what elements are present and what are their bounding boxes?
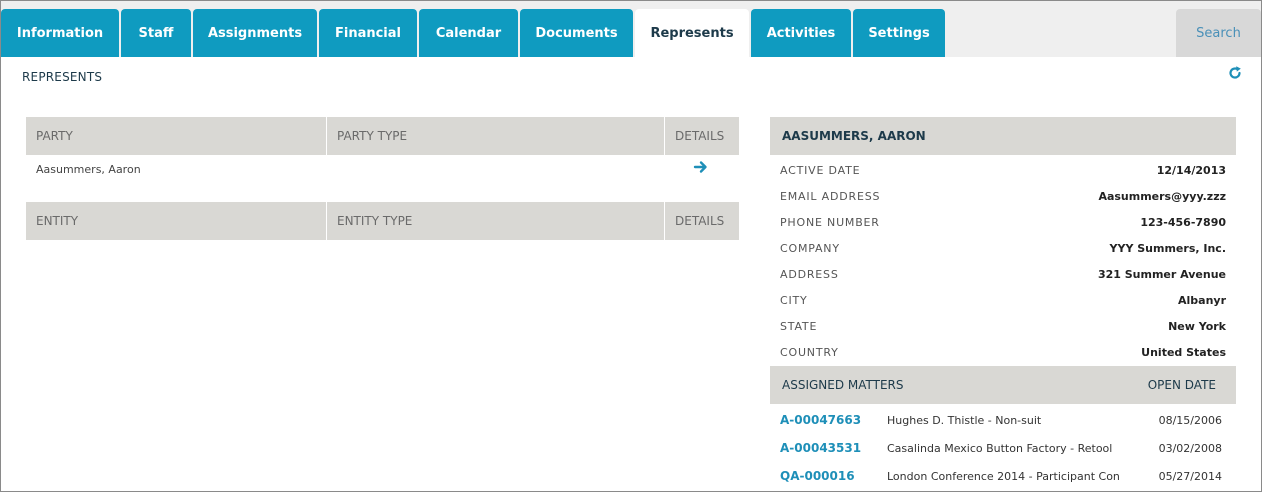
entity-table: ENTITY ENTITY TYPE DETAILS bbox=[26, 202, 739, 240]
field-label: PHONE NUMBER bbox=[780, 216, 880, 229]
tab-settings[interactable]: Settings bbox=[853, 9, 945, 57]
matter-description: London Conference 2014 - Participant Con bbox=[887, 470, 1120, 483]
detail-row-city: CITY Albanyr bbox=[770, 288, 1236, 314]
app-frame: Information Staff Assignments Financial … bbox=[0, 0, 1262, 492]
field-label: ADDRESS bbox=[780, 268, 839, 281]
assigned-matters-header: ASSIGNED MATTERS OPEN DATE bbox=[770, 366, 1236, 404]
matter-open-date: 03/02/2008 bbox=[1158, 442, 1222, 455]
field-value: 12/14/2013 bbox=[1156, 164, 1226, 177]
field-value: United States bbox=[1141, 346, 1226, 359]
tab-information[interactable]: Information bbox=[1, 9, 119, 57]
column-header-entity: ENTITY bbox=[36, 214, 79, 228]
detail-row-country: COUNTRY United States bbox=[770, 340, 1236, 366]
entity-table-header: ENTITY ENTITY TYPE DETAILS bbox=[26, 202, 739, 240]
matter-open-date: 05/27/2014 bbox=[1158, 470, 1222, 483]
refresh-icon[interactable] bbox=[1227, 65, 1243, 81]
field-value: New York bbox=[1168, 320, 1226, 333]
detail-row-phone: PHONE NUMBER 123-456-7890 bbox=[770, 210, 1236, 236]
column-header-party: PARTY bbox=[36, 129, 73, 143]
detail-row-address: ADDRESS 321 Summer Avenue bbox=[770, 262, 1236, 288]
matter-row: A-00043531 Casalinda Mexico Button Facto… bbox=[770, 434, 1236, 462]
field-label: COUNTRY bbox=[780, 346, 839, 359]
open-date-header: OPEN DATE bbox=[1147, 378, 1216, 392]
field-label: COMPANY bbox=[780, 242, 840, 255]
detail-row-active-date: ACTIVE DATE 12/14/2013 bbox=[770, 158, 1236, 184]
matter-link[interactable]: A-00043531 bbox=[780, 441, 861, 455]
field-value: Aasummers@yyy.zzz bbox=[1098, 190, 1226, 203]
tab-documents[interactable]: Documents bbox=[520, 9, 633, 57]
tab-assignments[interactable]: Assignments bbox=[193, 9, 317, 57]
detail-row-company: COMPANY YYY Summers, Inc. bbox=[770, 236, 1236, 262]
column-divider bbox=[326, 117, 327, 155]
tab-staff[interactable]: Staff bbox=[121, 9, 191, 57]
detail-row-email: EMAIL ADDRESS Aasummers@yyy.zzz bbox=[770, 184, 1236, 210]
column-header-details: DETAILS bbox=[675, 129, 725, 143]
field-label: EMAIL ADDRESS bbox=[780, 190, 881, 203]
party-name: Aasummers, Aaron bbox=[36, 163, 141, 176]
column-header-entity-type: ENTITY TYPE bbox=[337, 214, 413, 228]
matter-description: Casalinda Mexico Button Factory - Retool bbox=[887, 442, 1113, 455]
column-header-party-type: PARTY TYPE bbox=[337, 129, 408, 143]
page-title: REPRESENTS bbox=[22, 70, 103, 84]
field-label: STATE bbox=[780, 320, 818, 333]
matter-description: Hughes D. Thistle - Non-suit bbox=[887, 414, 1042, 427]
assigned-matters-title: ASSIGNED MATTERS bbox=[782, 378, 904, 392]
detail-row-state: STATE New York bbox=[770, 314, 1236, 340]
column-divider bbox=[326, 202, 327, 240]
table-row[interactable]: Aasummers, Aaron bbox=[26, 155, 739, 183]
party-table: PARTY PARTY TYPE DETAILS Aasummers, Aaro… bbox=[26, 117, 739, 183]
matter-link[interactable]: QA-000016 bbox=[780, 469, 855, 483]
column-divider bbox=[664, 202, 665, 240]
arrow-right-icon[interactable] bbox=[693, 159, 709, 175]
party-detail-panel: AASUMMERS, AARON ACTIVE DATE 12/14/2013 … bbox=[770, 117, 1236, 490]
field-label: CITY bbox=[780, 294, 808, 307]
field-value: Albanyr bbox=[1177, 294, 1226, 307]
field-label: ACTIVE DATE bbox=[780, 164, 861, 177]
matter-row: A-00047663 Hughes D. Thistle - Non-suit … bbox=[770, 406, 1236, 434]
tab-bar: Information Staff Assignments Financial … bbox=[1, 1, 1261, 57]
tab-activities[interactable]: Activities bbox=[751, 9, 851, 57]
detail-name-header: AASUMMERS, AARON bbox=[770, 117, 1236, 155]
matter-row: QA-000016 London Conference 2014 - Parti… bbox=[770, 462, 1236, 490]
party-table-header: PARTY PARTY TYPE DETAILS bbox=[26, 117, 739, 155]
field-value: 123-456-7890 bbox=[1140, 216, 1226, 229]
field-value: 321 Summer Avenue bbox=[1097, 268, 1226, 281]
matter-link[interactable]: A-00047663 bbox=[780, 413, 861, 427]
tab-financial[interactable]: Financial bbox=[319, 9, 417, 57]
column-divider bbox=[664, 117, 665, 155]
tab-calendar[interactable]: Calendar bbox=[419, 9, 518, 57]
search-tab[interactable]: Search bbox=[1176, 9, 1261, 57]
matter-open-date: 08/15/2006 bbox=[1158, 414, 1222, 427]
field-value: YYY Summers, Inc. bbox=[1109, 242, 1226, 255]
column-header-details: DETAILS bbox=[675, 214, 725, 228]
tab-represents[interactable]: Represents bbox=[635, 9, 749, 57]
